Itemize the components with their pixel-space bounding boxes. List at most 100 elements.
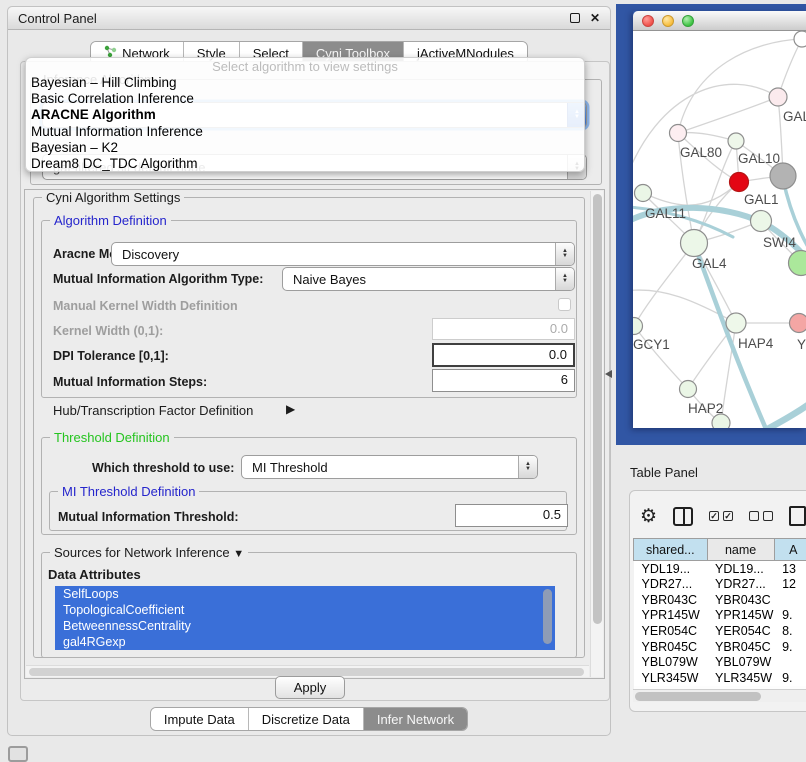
network-window-titlebar[interactable] xyxy=(633,11,806,31)
column-header-a[interactable]: A xyxy=(774,539,806,561)
mi-steps-field[interactable]: 6 xyxy=(432,369,575,392)
column-header-shared[interactable]: shared... xyxy=(634,539,708,561)
network-node-hap2[interactable] xyxy=(680,381,697,398)
table-row[interactable]: YDL19...YDL19...13 xyxy=(634,561,806,577)
table-cell[interactable]: 9. xyxy=(774,639,806,655)
table-row[interactable]: YPR145WYPR145W9. xyxy=(634,608,806,624)
table-row[interactable]: YER054CYER054C8. xyxy=(634,623,806,639)
network-node[interactable] xyxy=(794,31,806,47)
table-cell[interactable]: YDL19... xyxy=(634,561,708,577)
table-cell[interactable]: YER054C xyxy=(634,623,708,639)
table-cell[interactable]: YER054C xyxy=(707,623,774,639)
columns-icon[interactable] xyxy=(673,507,693,526)
minimize-traffic-light[interactable] xyxy=(662,15,674,27)
zoom-traffic-light[interactable] xyxy=(682,15,694,27)
combo-stepper-icon[interactable]: ▲▼ xyxy=(518,456,537,478)
tab-discretize-data[interactable]: Discretize Data xyxy=(249,708,364,730)
deselect-all-columns-icon[interactable] xyxy=(749,511,773,521)
table-cell[interactable]: YBR043C xyxy=(707,592,774,608)
table-cell[interactable] xyxy=(774,592,806,608)
scrollbar-thumb[interactable] xyxy=(635,692,761,701)
close-traffic-light[interactable] xyxy=(642,15,654,27)
table-cell[interactable]: YBR043C xyxy=(634,592,708,608)
manual-kernel-checkbox[interactable] xyxy=(558,298,571,311)
table-row[interactable]: YDR27...YDR27...12 xyxy=(634,576,806,592)
combo-stepper-icon[interactable]: ▲▼ xyxy=(555,243,574,265)
table-cell[interactable]: 9. xyxy=(774,670,806,686)
table-cell[interactable]: YPR145W xyxy=(707,608,774,624)
mi-type-label: Mutual Information Algorithm Type: xyxy=(53,272,263,286)
table-cell[interactable]: YDR27... xyxy=(634,576,708,592)
table-cell[interactable]: 8. xyxy=(774,623,806,639)
attribute-list-item[interactable]: TopologicalCoefficient xyxy=(55,602,555,618)
algorithm-option[interactable]: Dream8 DC_TDC Algorithm xyxy=(26,156,584,172)
algorithm-option[interactable]: ARACNE Algorithm xyxy=(26,107,584,123)
table-cell[interactable] xyxy=(774,655,806,671)
table-cell[interactable]: YDL19... xyxy=(707,561,774,577)
tab-impute-data[interactable]: Impute Data xyxy=(151,708,249,730)
combo-stepper-icon[interactable]: ▲▼ xyxy=(555,268,574,290)
network-node[interactable] xyxy=(789,251,806,276)
network-node-gal1[interactable] xyxy=(730,173,749,192)
dpi-tolerance-field[interactable]: 0.0 xyxy=(432,343,575,367)
table-cell[interactable]: 9. xyxy=(774,608,806,624)
network-node-gal11[interactable] xyxy=(635,185,652,202)
network-node-swi4[interactable] xyxy=(751,211,772,232)
algorithm-option[interactable]: Basic Correlation Inference xyxy=(26,91,584,107)
vertical-scrollbar[interactable] xyxy=(590,191,603,677)
attribute-list-item[interactable]: gal4RGexp xyxy=(55,634,555,650)
table-row[interactable]: YBR043CYBR043C xyxy=(634,592,806,608)
aracne-mode-combo[interactable]: Discovery ▲▼ xyxy=(111,242,575,266)
network-node-y[interactable] xyxy=(790,314,806,333)
network-node[interactable] xyxy=(770,163,796,189)
table-cell[interactable]: YLR345W xyxy=(634,670,708,686)
panel-grip-icon[interactable] xyxy=(8,746,28,762)
hub-definition-label[interactable]: Hub/Transcription Factor Definition xyxy=(53,403,253,418)
table-cell[interactable]: YBL079W xyxy=(707,655,774,671)
table-cell[interactable]: YBR045C xyxy=(634,639,708,655)
network-node[interactable] xyxy=(712,414,730,428)
attribute-list-item[interactable]: SelfLoops xyxy=(55,586,555,602)
scrollbar-thumb[interactable] xyxy=(593,194,602,624)
table-row[interactable]: YBL079WYBL079W xyxy=(634,655,806,671)
network-canvas[interactable]: GALGAL80GAL10GAL1GAL11SWI4GAL4GCY1HAP4YH… xyxy=(633,31,806,428)
column-header-name[interactable]: name xyxy=(707,539,774,561)
close-icon[interactable]: ✕ xyxy=(590,12,600,24)
table-horizontal-scrollbar[interactable] xyxy=(633,689,806,702)
table-cell[interactable]: YLR345W xyxy=(707,670,774,686)
network-node-gal80[interactable] xyxy=(670,125,687,142)
tab-infer-network[interactable]: Infer Network xyxy=(364,708,467,730)
gear-icon[interactable]: ⚙ xyxy=(640,507,657,526)
network-node-gcy1[interactable] xyxy=(633,318,643,335)
apply-button[interactable]: Apply xyxy=(275,676,345,699)
which-threshold-combo[interactable]: MI Threshold ▲▼ xyxy=(241,455,538,479)
node-label: SWI4 xyxy=(763,235,796,250)
table-row[interactable]: YBR045CYBR045C9. xyxy=(634,639,806,655)
select-all-columns-icon[interactable] xyxy=(709,511,733,521)
expanded-arrow-icon[interactable]: ▼ xyxy=(233,548,244,560)
scrollbar-thumb[interactable] xyxy=(29,668,584,676)
network-node-gal[interactable] xyxy=(769,88,787,106)
algorithm-option[interactable]: Bayesian – Hill Climbing xyxy=(26,75,584,91)
table-cell[interactable]: YBR045C xyxy=(707,639,774,655)
float-window-icon[interactable] xyxy=(570,13,580,23)
table-cell[interactable]: YPR145W xyxy=(634,608,708,624)
algorithm-option[interactable]: Bayesian – K2 xyxy=(26,140,584,156)
mi-type-combo[interactable]: Naive Bayes ▲▼ xyxy=(282,267,575,291)
export-table-icon[interactable] xyxy=(789,506,806,526)
network-node-gal10[interactable] xyxy=(728,133,744,149)
table-row[interactable]: YLR345WYLR345W9. xyxy=(634,670,806,686)
table-cell[interactable]: YBL079W xyxy=(634,655,708,671)
table-cell[interactable]: 12 xyxy=(774,576,806,592)
mi-threshold-field[interactable]: 0.5 xyxy=(455,504,568,527)
table-cell[interactable]: 13 xyxy=(774,561,806,577)
network-node-hap4[interactable] xyxy=(726,313,746,333)
table-cell[interactable]: YDR27... xyxy=(707,576,774,592)
data-attributes-list[interactable]: SelfLoopsTopologicalCoefficientBetweenne… xyxy=(55,586,555,650)
algorithm-option[interactable]: Mutual Information Inference xyxy=(26,124,584,140)
network-node-gal4[interactable] xyxy=(681,230,708,257)
attribute-list-item[interactable]: BetweennessCentrality xyxy=(55,618,555,634)
collapsed-arrow-icon[interactable]: ▶ xyxy=(286,402,295,416)
list-scrollbar-thumb[interactable] xyxy=(543,589,552,644)
kernel-width-field[interactable]: 0.0 xyxy=(432,318,575,340)
